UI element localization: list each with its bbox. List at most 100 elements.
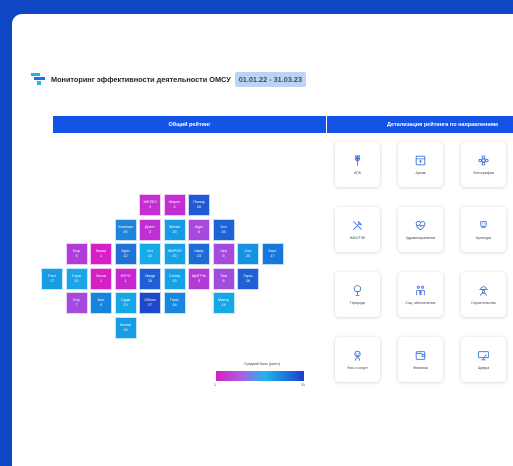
wheat-icon (354, 155, 361, 166)
direction-card-label: Фотографии (473, 171, 494, 175)
region-tile[interactable]: Бол 9 (90, 292, 112, 314)
legend-min: 1 (214, 383, 216, 387)
region-tile[interactable]: Кор 7 (65, 292, 88, 314)
region-rank: 16 (123, 327, 128, 332)
direction-card[interactable]: Финансы (398, 337, 443, 382)
region-tile[interactable]: Медв 24 (139, 267, 161, 290)
direction-card[interactable]: Культура (461, 207, 506, 252)
wrench-screwdriver-icon (353, 221, 362, 230)
region-rank: 20 (123, 229, 128, 234)
region-rank: 5 (75, 254, 78, 258)
region-tile[interactable]: Курч 22 (114, 243, 137, 265)
region-tile[interactable]: Сон 20 (237, 243, 259, 265)
region-rank: 18 (172, 303, 177, 307)
region-rank: 26 (196, 205, 202, 209)
region-rank: 25 (221, 229, 226, 234)
region-tile[interactable]: ЩИГРЫ 3 (188, 267, 210, 290)
region-tile[interactable]: Солнц 15 (163, 267, 186, 290)
direction-card-label: Соц. обеспечение (405, 301, 436, 305)
section-header-overall: Общий рейтинг (53, 116, 326, 133)
region-rank: 3 (148, 229, 152, 234)
region-tile[interactable]: Чер 6 (212, 243, 235, 265)
region-tile[interactable]: Бор 5 (65, 243, 88, 265)
region-tile[interactable]: Вычм 1 (90, 243, 112, 265)
direction-card[interactable]: Соц. обеспечение (398, 272, 443, 317)
page-title: Мониторинг эффективности деятельности ОМ… (51, 74, 231, 84)
region-tile[interactable]: Белов 16 (114, 316, 137, 339)
region-tile[interactable]: Шатр 23 (188, 243, 210, 265)
direction-card[interactable]: АПК (335, 142, 380, 187)
direction-card-label: Строительство (470, 301, 496, 305)
direction-card-label: Культура (476, 236, 491, 240)
region-rank: 26 (245, 278, 251, 283)
direction-card[interactable]: Цифра (461, 337, 506, 382)
region-tile[interactable]: Жирен 4 (163, 194, 186, 216)
direction-card[interactable]: Природа (335, 272, 380, 317)
region-rank: 10 (74, 278, 79, 283)
region-tile[interactable]: Кинешм 20 (114, 218, 137, 241)
region-rank: 15 (172, 229, 177, 234)
direction-card[interactable]: Фотографии (461, 142, 506, 187)
direction-card[interactable]: ЖКХ/ТЭК (335, 207, 380, 252)
wallet-icon (415, 351, 426, 360)
direction-card-label: Физ. и спорт (347, 366, 368, 370)
direction-card-label: Природа (350, 301, 365, 305)
region-rank: 23 (196, 254, 202, 258)
direction-card-label: Цифра (477, 366, 490, 370)
direction-card[interactable]: Архив (398, 142, 443, 187)
region-tile[interactable]: Зол 25 (212, 218, 235, 241)
direction-card[interactable]: Физ. и спорт (335, 337, 380, 382)
athlete-icon (354, 350, 361, 361)
region-rank: 14 (221, 303, 226, 307)
region-rank: 6 (197, 229, 201, 234)
region-rank: 17 (270, 254, 275, 258)
archive-box-icon (415, 155, 426, 166)
region-tile[interactable]: Обоян 27 (139, 292, 161, 314)
direction-card-label: Архив (415, 171, 426, 175)
family-icon (416, 285, 425, 296)
region-tile[interactable]: Льгов 1 (90, 267, 112, 290)
legend-max: 31 (301, 383, 305, 387)
region-rank: 1 (99, 254, 103, 258)
logo-icon (31, 73, 45, 85)
region-rank: 9 (99, 303, 103, 307)
sunflower-icon (478, 155, 489, 166)
region-rank: 24 (147, 278, 153, 283)
date-range-picker[interactable]: 01.01.22 - 31.03.23 (234, 71, 307, 87)
region-tile[interactable]: Курс 6 (188, 218, 210, 241)
region-rank: 27 (147, 303, 153, 307)
tree-icon (353, 285, 362, 296)
region-rank: 15 (172, 254, 177, 258)
direction-card-label: Финансы (412, 366, 429, 370)
region-tile[interactable]: Тим 8 (212, 267, 235, 290)
direction-card-label: Здравоохранение (405, 236, 436, 240)
region-tile[interactable]: Прис 18 (163, 292, 186, 314)
region-tile[interactable]: Манту 14 (212, 292, 235, 314)
direction-card-label: АПК (353, 171, 362, 175)
region-tile[interactable]: ЖЕЛЕЗ 3 (139, 194, 161, 216)
region-rank: 1 (99, 278, 103, 283)
region-rank: 15 (172, 278, 177, 283)
legend-gradient (216, 371, 304, 381)
region-rank: 3 (197, 278, 201, 283)
region-tile[interactable]: Жигал 15 (163, 218, 186, 241)
region-rank: 8 (222, 278, 225, 283)
region-rank: 3 (148, 205, 152, 209)
direction-card[interactable]: Здравоохранение (398, 207, 443, 252)
region-tile[interactable]: Глуш 10 (65, 267, 88, 290)
region-tile[interactable]: Горш 26 (237, 267, 259, 290)
region-tile[interactable]: Днегт 3 (139, 218, 161, 241)
region-tile[interactable]: Рыл 17 (41, 267, 63, 290)
region-rank: 6 (222, 254, 225, 258)
direction-card-label: ЖКХ/ТЭК (349, 236, 366, 240)
legend-title: Средний балл (рангт) (244, 362, 281, 366)
direction-card[interactable]: Строительство (461, 272, 506, 317)
region-tile[interactable]: КУРЧ 1 (114, 267, 137, 290)
region-tile[interactable]: Почыр 26 (188, 194, 210, 216)
region-rank: 7 (75, 303, 78, 307)
region-tile[interactable]: ЖИРОЛ 15 (163, 243, 186, 265)
region-tile[interactable]: Ост 12 (139, 243, 161, 265)
region-rank: 12 (147, 254, 153, 258)
region-tile[interactable]: Судж 13 (114, 292, 137, 314)
region-tile[interactable]: Каст 17 (261, 243, 284, 265)
